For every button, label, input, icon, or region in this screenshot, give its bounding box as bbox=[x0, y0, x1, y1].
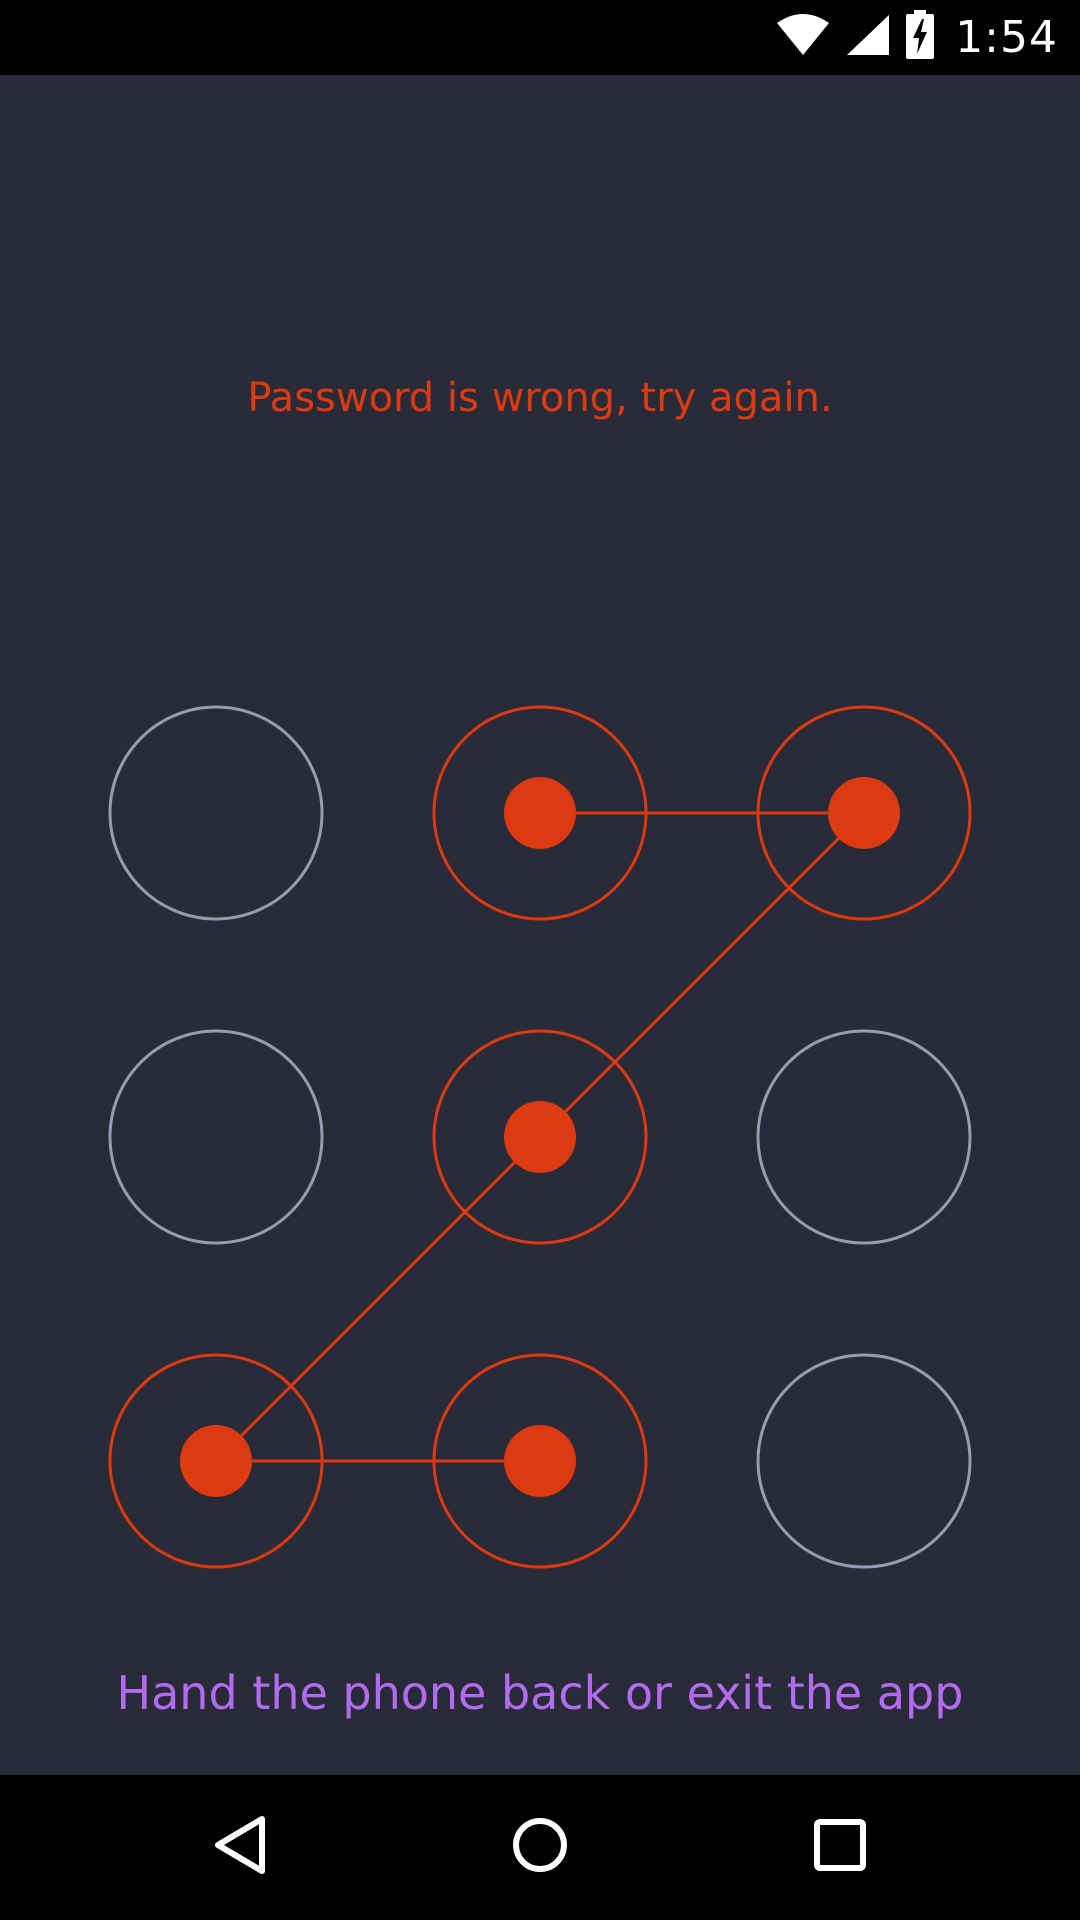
back-icon bbox=[212, 1815, 268, 1880]
pattern-lock[interactable] bbox=[0, 0, 1080, 1920]
back-button[interactable] bbox=[160, 1775, 320, 1920]
home-button[interactable] bbox=[460, 1775, 620, 1920]
pattern-node-1[interactable] bbox=[108, 705, 324, 921]
home-icon bbox=[510, 1815, 570, 1880]
pattern-node-ring bbox=[756, 1029, 972, 1245]
pattern-node-ring bbox=[108, 705, 324, 921]
recents-icon bbox=[813, 1818, 867, 1877]
pattern-node-ring bbox=[756, 1353, 972, 1569]
pattern-grid[interactable] bbox=[108, 705, 972, 1569]
pattern-node-6[interactable] bbox=[756, 1029, 972, 1245]
pattern-node-dot bbox=[504, 777, 576, 849]
navigation-bar bbox=[0, 1775, 1080, 1920]
pattern-segment bbox=[538, 811, 866, 1139]
pattern-node-4[interactable] bbox=[108, 1029, 324, 1245]
recents-button[interactable] bbox=[760, 1775, 920, 1920]
pattern-node-ring bbox=[108, 1029, 324, 1245]
pattern-node-9[interactable] bbox=[756, 1353, 972, 1569]
pattern-node-dot bbox=[504, 1101, 576, 1173]
pattern-node-dot bbox=[180, 1425, 252, 1497]
pattern-node-dot bbox=[828, 777, 900, 849]
pattern-node-dot bbox=[504, 1425, 576, 1497]
hint-text: Hand the phone back or exit the app bbox=[116, 1666, 964, 1720]
pattern-node-5[interactable] bbox=[432, 1029, 648, 1245]
pattern-segment bbox=[214, 1135, 542, 1463]
